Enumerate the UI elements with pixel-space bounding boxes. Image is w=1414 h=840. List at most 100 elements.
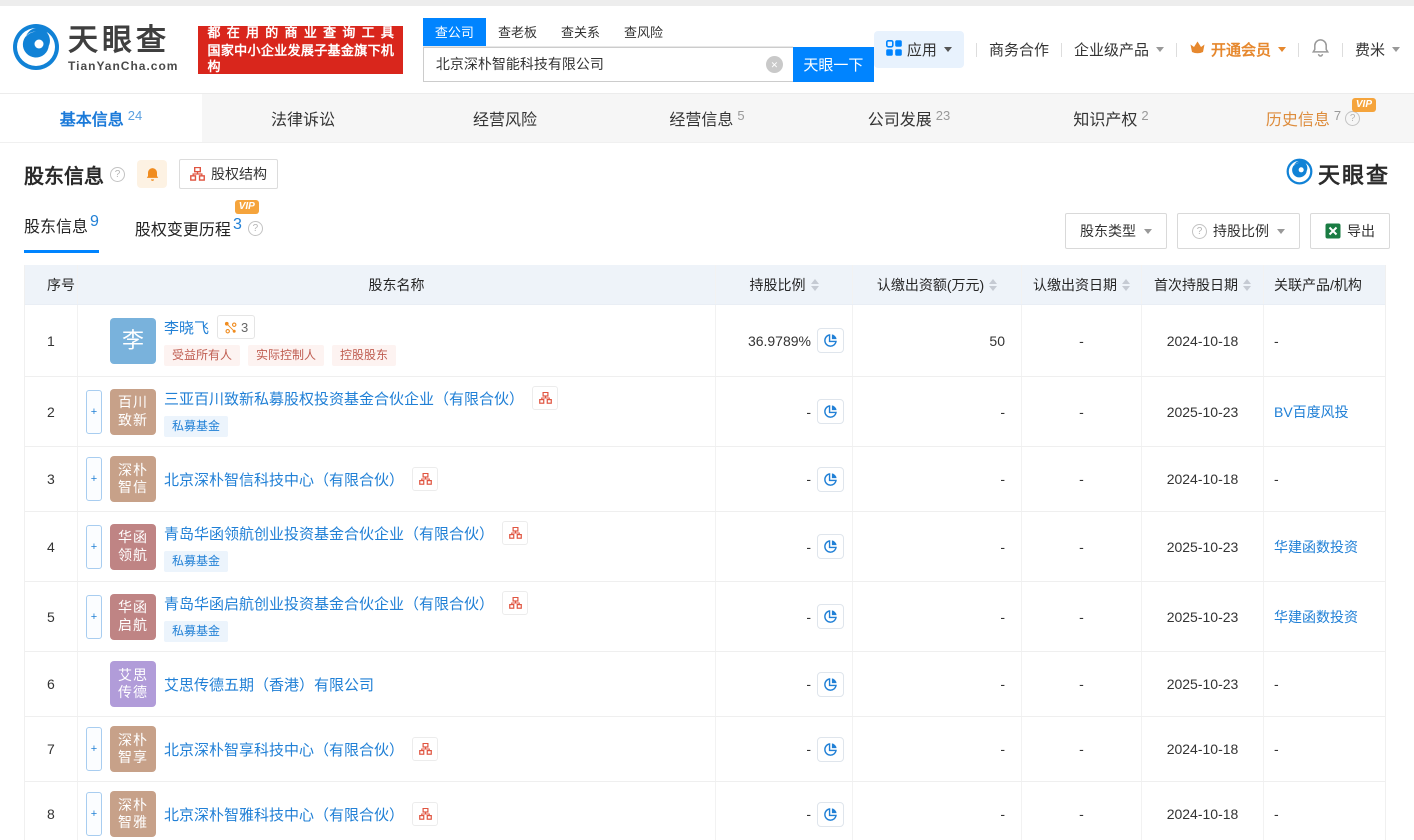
col-ratio[interactable]: 持股比例 [716, 265, 853, 304]
pie-chart-button[interactable] [817, 328, 844, 353]
expand-button[interactable] [86, 457, 102, 501]
tab-operation-info[interactable]: 经营信息5 [606, 94, 808, 142]
expand-button[interactable] [86, 792, 102, 836]
search-tab-relation[interactable]: 查关系 [549, 18, 612, 46]
search-tab-company[interactable]: 查公司 [423, 18, 486, 46]
nav-open-vip[interactable]: 开通会员 [1189, 39, 1286, 60]
pie-chart-button[interactable] [817, 737, 844, 762]
top-nav: 应用 商务合作 企业级产品 开通会员 [874, 31, 1400, 68]
shareholder-name-link[interactable]: 北京深朴智雅科技中心（有限合伙） [164, 804, 404, 825]
chevron-down-icon [1392, 47, 1400, 52]
tab-history-info[interactable]: VIP 历史信息7 [1212, 94, 1414, 142]
export-button[interactable]: 导出 [1310, 213, 1390, 249]
org-chart-icon [539, 392, 552, 404]
col-amount[interactable]: 认缴出资额(万元) [853, 265, 1022, 304]
subtab-shareholder-info[interactable]: 股东信息9 [24, 213, 99, 253]
apps-menu[interactable]: 应用 [874, 31, 964, 68]
col-first-date[interactable]: 首次持股日期 [1142, 265, 1264, 304]
equity-structure-icon-button[interactable] [502, 591, 528, 615]
tag: 实际控制人 [248, 345, 324, 365]
equity-structure-icon-button[interactable] [412, 467, 438, 491]
tab-intellectual-property[interactable]: 知识产权2 [1010, 94, 1212, 142]
pie-chart-button[interactable] [817, 467, 844, 492]
table-row: 2 百川致新 三亚百川致新私募股权投资基金合伙企业（有限合伙） 私募基金 - -… [25, 377, 1385, 447]
ratio-value: - [806, 471, 811, 487]
pie-chart-icon [823, 677, 838, 692]
chevron-down-icon [1277, 229, 1285, 234]
table-header: 序号 股东名称 持股比例 认缴出资额(万元) 认缴出资日期 首次持股日期 关联产… [25, 265, 1385, 305]
nav-enterprise[interactable]: 企业级产品 [1074, 39, 1164, 60]
pie-chart-button[interactable] [817, 672, 844, 697]
related-product-link[interactable]: BV百度风投 [1274, 402, 1349, 422]
avatar: 李 [110, 318, 156, 364]
equity-structure-icon-button[interactable] [502, 521, 528, 545]
pie-chart-button[interactable] [817, 802, 844, 827]
pie-chart-icon [823, 404, 838, 419]
shareholder-name-link[interactable]: 青岛华函启航创业投资基金合伙企业（有限合伙） [164, 593, 494, 614]
related-product-link[interactable]: 华建函数投资 [1274, 537, 1358, 557]
help-icon[interactable] [110, 167, 125, 182]
vip-badge: VIP [1352, 98, 1376, 112]
shareholder-type-filter[interactable]: 股东类型 [1065, 213, 1167, 249]
amount-value: - [853, 512, 1022, 581]
chevron-down-icon [1144, 229, 1152, 234]
pie-chart-button[interactable] [817, 399, 844, 424]
equity-structure-icon-button[interactable] [412, 802, 438, 826]
shareholder-name-link[interactable]: 三亚百川致新私募股权投资基金合伙企业（有限合伙） [164, 388, 524, 409]
org-chart-icon [419, 473, 432, 485]
expand-button[interactable] [86, 727, 102, 771]
pie-chart-icon [823, 333, 838, 348]
subtab-equity-change-history[interactable]: VIP 股权变更历程3 [135, 216, 263, 253]
pie-chart-icon [823, 539, 838, 554]
tab-operation-risk[interactable]: 经营风险 [404, 94, 606, 142]
shareholder-name-link[interactable]: 青岛华函领航创业投资基金合伙企业（有限合伙） [164, 523, 494, 544]
pay-date: - [1022, 512, 1142, 581]
logo-title: 天眼查 [68, 26, 178, 56]
site-logo[interactable]: 天眼查 TianYanCha.com [12, 23, 178, 76]
search-tab-risk[interactable]: 查风险 [612, 18, 675, 46]
section-title: 股东信息 [24, 160, 104, 189]
user-menu[interactable]: 费米 [1355, 39, 1400, 60]
expand-button[interactable] [86, 525, 102, 569]
search-input[interactable] [423, 47, 793, 82]
shareholder-name-link[interactable]: 北京深朴智享科技中心（有限合伙） [164, 739, 404, 760]
tab-company-development[interactable]: 公司发展23 [808, 94, 1010, 142]
related-product: - [1264, 305, 1385, 376]
related-product: - [1264, 717, 1385, 781]
help-icon[interactable] [1345, 111, 1360, 126]
equity-structure-button[interactable]: 股权结构 [179, 159, 278, 189]
nav-cooperation[interactable]: 商务合作 [989, 39, 1049, 60]
shareholder-name-link[interactable]: 艾思传德五期（香港）有限公司 [164, 674, 374, 695]
table-row: 1 李 李晓飞 3 受益所有人 [25, 305, 1385, 377]
notification-bell[interactable] [1311, 38, 1330, 61]
tag: 私募基金 [164, 621, 228, 641]
clear-search-icon[interactable] [766, 56, 783, 73]
equity-structure-icon-button[interactable] [532, 386, 558, 410]
help-icon [1192, 224, 1207, 239]
shareholder-name-link[interactable]: 李晓飞 [164, 317, 209, 338]
expand-button[interactable] [86, 390, 102, 434]
avatar: 华函启航 [110, 594, 156, 640]
help-icon[interactable] [248, 221, 263, 236]
pay-date: - [1022, 377, 1142, 446]
tab-basic-info[interactable]: 基本信息24 [0, 94, 202, 142]
equity-structure-icon-button[interactable] [412, 737, 438, 761]
avatar: 华函领航 [110, 524, 156, 570]
page: 天眼查 TianYanCha.com 都在用的商业查询工具 国家中小企业发展子基… [0, 0, 1414, 840]
ratio-filter[interactable]: 持股比例 [1177, 213, 1300, 249]
search-button[interactable]: 天眼一下 [793, 47, 874, 82]
subscribe-bell-button[interactable] [137, 160, 167, 188]
shareholder-name-link[interactable]: 北京深朴智信科技中心（有限合伙） [164, 469, 404, 490]
avatar: 深朴智信 [110, 456, 156, 502]
relation-count-badge[interactable]: 3 [217, 315, 255, 339]
search-tab-boss[interactable]: 查老板 [486, 18, 549, 46]
tab-legal[interactable]: 法律诉讼 [202, 94, 404, 142]
search-tabs: 查公司 查老板 查关系 查风险 [423, 18, 793, 47]
col-pay-date[interactable]: 认缴出资日期 [1022, 265, 1142, 304]
amount-value: - [853, 447, 1022, 511]
pie-chart-button[interactable] [817, 604, 844, 629]
col-no: 序号 [25, 265, 78, 304]
pie-chart-button[interactable] [817, 534, 844, 559]
related-product-link[interactable]: 华建函数投资 [1274, 607, 1358, 627]
expand-button[interactable] [86, 595, 102, 639]
